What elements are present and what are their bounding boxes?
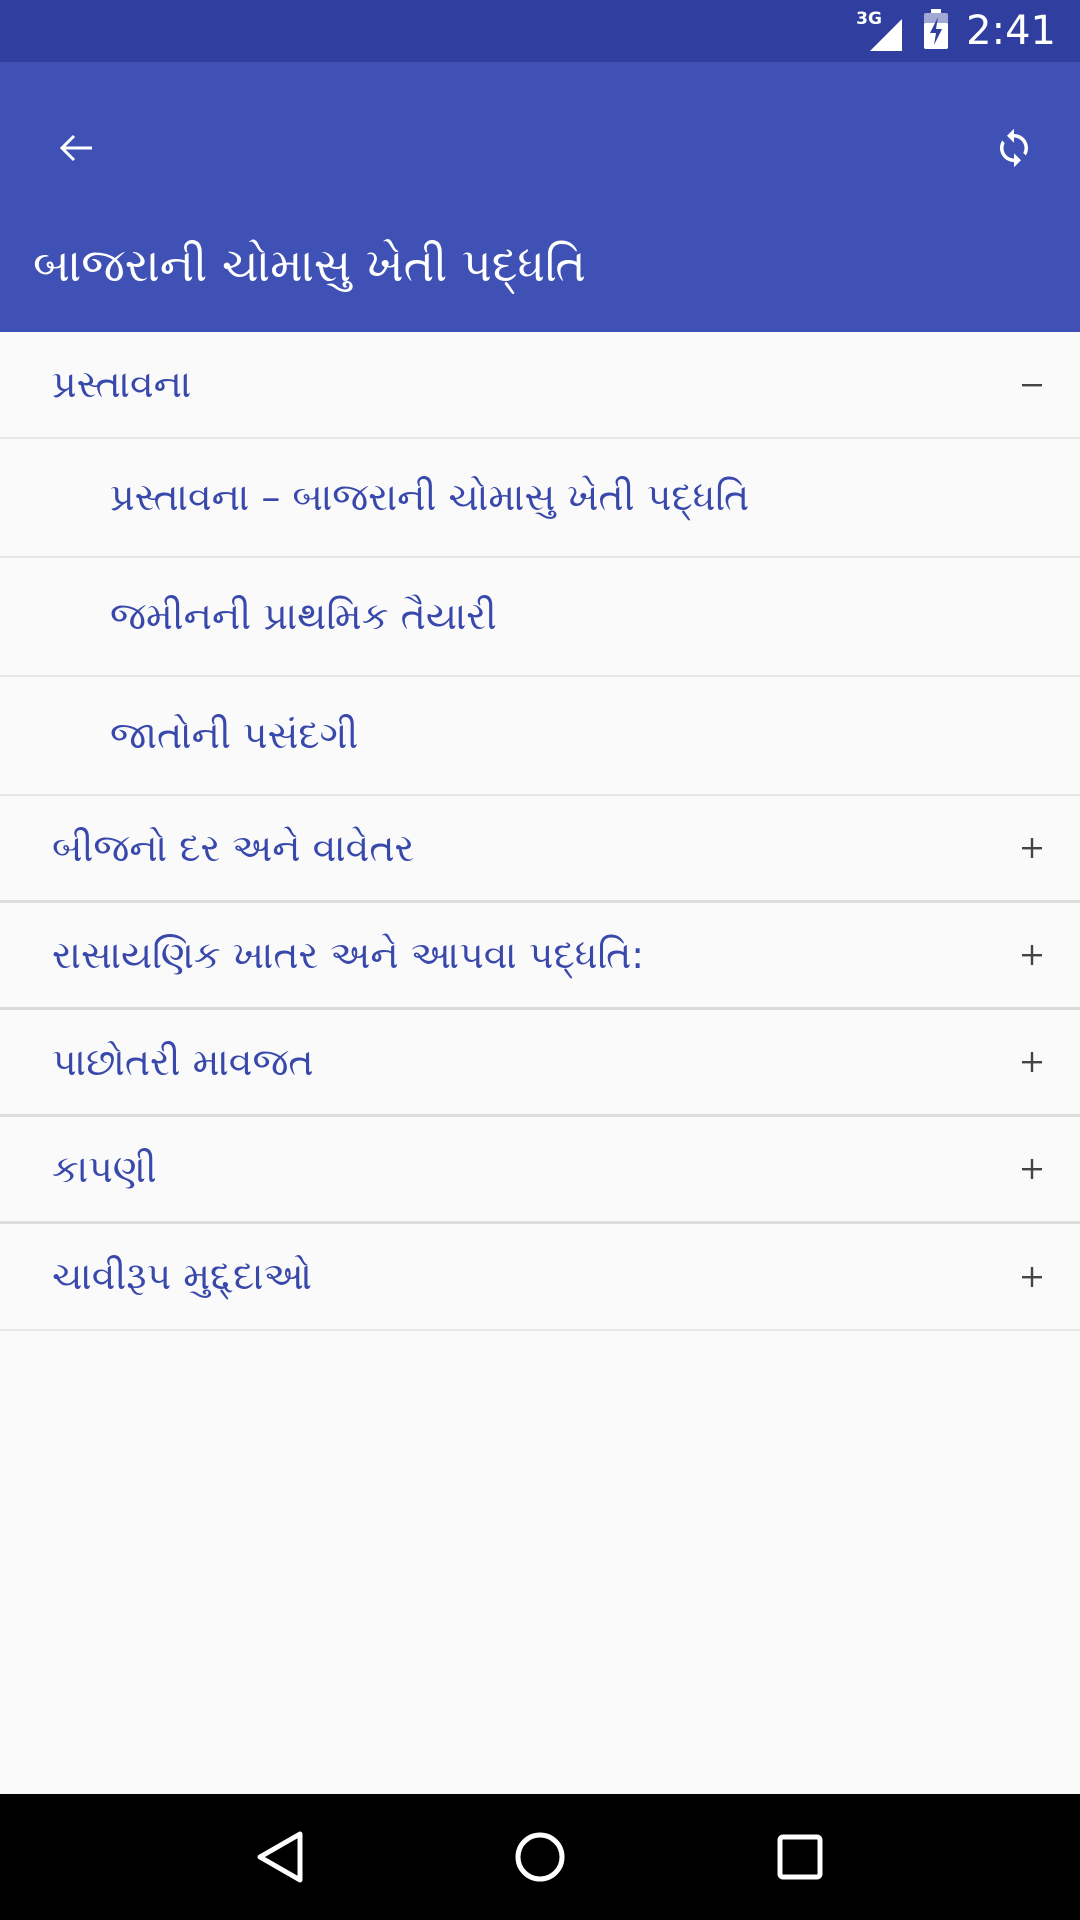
back-button[interactable] [40,112,112,184]
item-label: પ્રસ્તાવના – બાજરાની ચોમાસુ ખેતી પદ્ધતિ [110,475,750,519]
section-label: બીજનો દર અને વાવેતર [52,825,415,870]
section-header-seed-rate[interactable]: બીજનો દર અને વાવેતર [0,796,1080,903]
refresh-button[interactable] [978,112,1050,184]
section-label: પાછોતરી માવજત [52,1039,314,1084]
app-bar: બાજરાની ચોમાસુ ખેતી પદ્ધતિ [0,62,1080,332]
arrow-back-icon [59,134,92,162]
square-recents-icon [777,1834,823,1880]
expand-icon[interactable] [1012,1257,1052,1297]
section-header-aftercare[interactable]: પાછોતરી માવજત [0,1010,1080,1117]
section-header-harvest[interactable]: કાપણી [0,1117,1080,1224]
section-header-key-points[interactable]: ચાવીરૂપ મુદ્દ્દાઓ [0,1224,1080,1331]
section-header-fertilizer[interactable]: રાસાયણિક ખાતર અને આપવા પદ્ધતિ: [0,903,1080,1010]
item-label: જાતોની પસંદગી [110,713,359,757]
section-label: ચાવીરૂપ મુદ્દ્દાઓ [52,1254,312,1298]
section-label: કાપણી [52,1146,157,1191]
expand-icon[interactable] [1012,935,1052,975]
item-label: જમીનની પ્રાથમિક તૈયારી [110,594,497,638]
network-indicator: 3G [856,9,903,51]
clock: 2:41 [966,8,1056,54]
expandable-list: પ્રસ્તાવના પ્રસ્તાવના – બાજરાની ચોમાસુ ખ… [0,332,1080,1331]
nav-back-button[interactable] [240,1817,320,1897]
expand-icon[interactable] [1012,828,1052,868]
battery-icon [924,9,949,53]
section-header-introduction[interactable]: પ્રસ્તાવના [0,332,1080,439]
expand-icon[interactable] [1012,1149,1052,1189]
system-navigation-bar [0,1794,1080,1920]
expand-icon[interactable] [1012,1042,1052,1082]
section-label: રાસાયણિક ખાતર અને આપવા પદ્ધતિ: [52,932,645,977]
triangle-back-icon [257,1831,303,1883]
signal-icon [870,19,903,51]
list-item[interactable]: જાતોની પસંદગી [0,677,1080,796]
section-label: પ્રસ્તાવના [52,362,192,406]
collapse-icon[interactable] [1012,365,1052,405]
nav-recents-button[interactable] [760,1817,840,1897]
nav-home-button[interactable] [500,1817,580,1897]
status-bar: 3G 2:41 [0,0,1080,62]
page-title: બાજરાની ચોમાસુ ખેતી પદ્ધતિ [33,238,586,292]
refresh-icon [1000,128,1028,168]
list-item[interactable]: જમીનની પ્રાથમિક તૈયારી [0,558,1080,677]
circle-home-icon [515,1832,565,1882]
list-item[interactable]: પ્રસ્તાવના – બાજરાની ચોમાસુ ખેતી પદ્ધતિ [0,439,1080,558]
